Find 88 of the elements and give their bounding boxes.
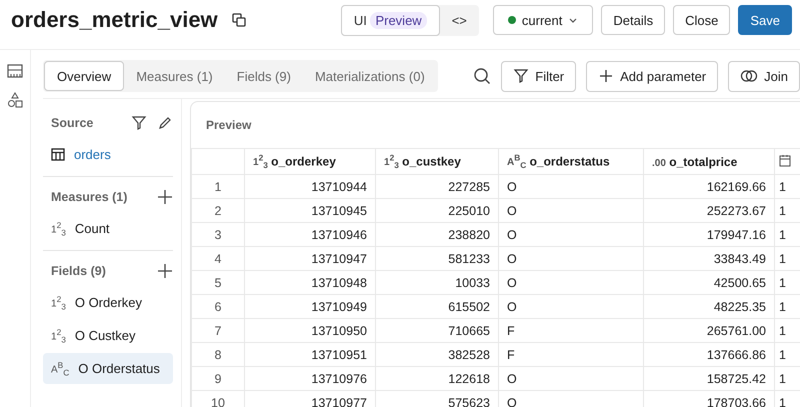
row-number: 9 [192,366,244,390]
version-dropdown[interactable]: current [492,5,594,35]
join-icon [740,69,758,83]
row-number: 8 [192,342,244,366]
table-cell: 581233 [376,246,498,270]
source-link[interactable]: orders [74,147,111,162]
tab[interactable]: Materializations (0) [302,61,437,91]
row-number: 7 [192,318,244,342]
table-cell: O [498,198,644,222]
column-header[interactable]: .00 o_totalprice [644,148,774,174]
table-cell: 13710944 [244,174,376,198]
filter-button[interactable]: Filter [501,60,576,92]
tab[interactable]: Fields (9) [224,61,303,91]
table-cell: 13710945 [244,198,376,222]
table-cell: 13710948 [244,270,376,294]
table-cell: 13710949 [244,294,376,318]
table-cell: 48225.35 [644,294,774,318]
table-cell: O [498,222,644,246]
column-header[interactable] [774,148,800,174]
preview-badge: Preview [370,12,427,28]
table-cell: 13710946 [244,222,376,246]
column-header[interactable]: 1$^{2}$$_{3}$ o_orderkey [244,148,376,174]
table-cell: 227285 [376,174,498,198]
table-cell: O [498,246,644,270]
row-number: 3 [192,222,244,246]
shapes-icon[interactable] [7,92,23,108]
table-cell: 10033 [376,270,498,294]
row-number: 10 [192,390,244,407]
table-cell: 42500.65 [644,270,774,294]
table-cell: 13710976 [244,366,376,390]
ruler-icon[interactable] [7,64,23,78]
table-cell: 122618 [376,366,498,390]
row-number: 5 [192,270,244,294]
table-cell: 238820 [376,222,498,246]
header-button[interactable]: Details [601,5,666,35]
row-number: 6 [192,294,244,318]
join-button[interactable]: Join [728,60,800,92]
table-cell: 13710951 [244,342,376,366]
column-header[interactable]: 1$^{2}$$_{3}$ o_custkey [376,148,498,174]
row-number: 1 [192,174,244,198]
table-cell: O [498,174,644,198]
tab[interactable]: Measures (1) [124,61,225,91]
plus-icon [598,68,614,84]
table-cell: 13710950 [244,318,376,342]
column-header[interactable]: A$^{B}$$_{C}$ o_orderstatus [498,148,644,174]
filter-icon[interactable] [131,115,147,131]
table-cell: 252273.67 [644,198,774,222]
row-number: 2 [192,198,244,222]
field-item[interactable]: 1$^{2}$$_{3}$ O Custkey [43,320,173,351]
table-cell: 179947.16 [644,222,774,246]
add-icon[interactable] [157,263,173,279]
table-cell: O [498,270,644,294]
add-button[interactable]: Add parameter [586,60,718,92]
section-heading: Fields (9) [51,264,106,278]
table-cell: F [498,342,644,366]
table-cell: 137666.86 [644,342,774,366]
table-cell: 615502 [376,294,498,318]
table-cell: F [498,318,644,342]
section-heading: Measures (1) [51,190,128,204]
header-button[interactable]: Close [673,5,730,35]
table-cell: 382528 [376,342,498,366]
table-cell: 162169.66 [644,174,774,198]
table-cell: 265761.00 [644,318,774,342]
table-cell: O [498,294,644,318]
section-heading: Source [51,116,94,130]
table-cell: 158725.42 [644,366,774,390]
panel-title: Preview [205,117,252,134]
table-cell: 710665 [376,318,498,342]
table-icon [51,148,65,161]
measure-item[interactable]: 1$^{2}$$_{3}$ Count [43,213,173,244]
code-mode-button[interactable]: <> [440,4,479,36]
field-item[interactable]: A$^{B}$$_{C}$ O Orderstatus [43,353,173,384]
search-icon[interactable] [473,67,492,85]
table-cell: 13710947 [244,246,376,270]
add-icon[interactable] [157,189,173,205]
copy-icon[interactable] [232,13,246,27]
table-cell: 225010 [376,198,498,222]
row-number: 4 [192,246,244,270]
tab[interactable]: Overview [44,61,124,91]
pencil-icon[interactable] [157,115,173,131]
ui-mode-button[interactable]: UI Preview [340,4,440,36]
save-button[interactable]: Save [738,5,792,35]
page-title: orders_metric_view [11,7,218,33]
table-cell: O [498,366,644,390]
table-cell: 33843.49 [644,246,774,270]
calendar-icon [779,154,791,166]
field-item[interactable]: 1$^{2}$$_{3}$ O Orderkey [43,287,173,318]
filter-icon [513,68,530,84]
